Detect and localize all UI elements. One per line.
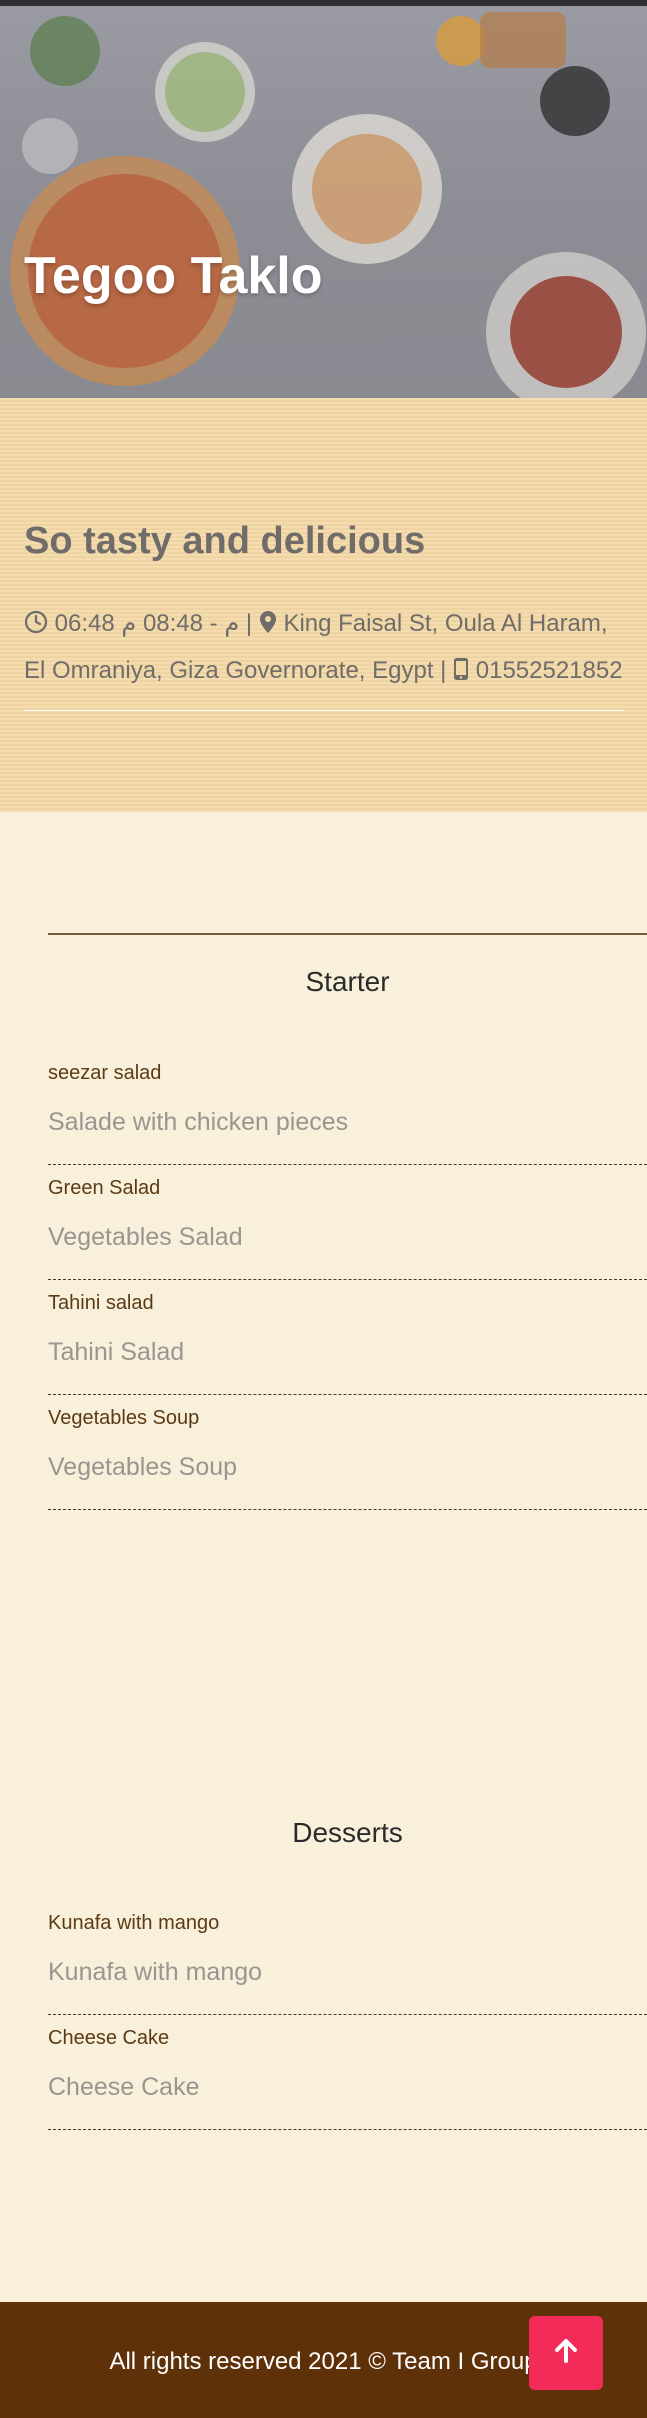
separator: | (440, 657, 447, 684)
menu-item-name: Tahini salad (48, 1292, 154, 1314)
restaurant-info: So tasty and delicious 06:48 م - 08:48 م… (0, 398, 647, 812)
menu-item[interactable]: seezar salad Salade with chicken pieces (48, 1050, 647, 1165)
menu-item[interactable]: Tahini salad Tahini Salad (48, 1280, 647, 1395)
menu-item[interactable]: Vegetables Soup Vegetables Soup (48, 1395, 647, 1510)
tagline: So tasty and delicious (24, 520, 426, 562)
opening-hours: 06:48 م - 08:48 م (54, 610, 240, 637)
separator: | (245, 610, 253, 637)
menu-item-description: Vegetables Soup (48, 1453, 238, 1481)
menu-item[interactable]: Green Salad Vegetables Salad (48, 1165, 647, 1280)
info-divider (24, 710, 624, 711)
restaurant-details: 06:48 م - 08:48 م | King Faisal St, Oula… (24, 602, 634, 696)
hero-banner: Tegoo Taklo (0, 6, 647, 398)
map-marker-icon (259, 605, 277, 649)
menu-item-name: Vegetables Soup (48, 1407, 200, 1429)
phone-number[interactable]: 01552521852 (476, 657, 623, 684)
menu-item-description: Kunafa with mango (48, 1958, 263, 1986)
menu-item-description: Cheese Cake (48, 2073, 200, 2101)
clock-icon (24, 605, 48, 649)
menu-item-description: Salade with chicken pieces (48, 1108, 349, 1136)
menu-item-name: seezar salad (48, 1062, 162, 1084)
menu-divider (48, 933, 647, 935)
address-line-1[interactable]: King Faisal St, Oula Al Haram, (283, 610, 607, 637)
section-title-desserts: Desserts (292, 1817, 403, 1848)
restaurant-name: Tegoo Taklo (24, 247, 323, 305)
menu-item-description: Vegetables Salad (48, 1223, 243, 1251)
address-line-2[interactable]: El Omraniya, Giza Governorate, Egypt (24, 657, 434, 684)
menu-item-description: Tahini Salad (48, 1338, 185, 1366)
menu-item[interactable]: Kunafa with mango Kunafa with mango (48, 1900, 647, 2015)
menu-item-name: Kunafa with mango (48, 1912, 220, 1934)
menu-item-name: Green Salad (48, 1177, 161, 1199)
mobile-phone-icon (453, 652, 469, 696)
scroll-to-top-button[interactable] (529, 2316, 603, 2390)
section-title-starter: Starter (305, 966, 390, 997)
menu-item[interactable]: Cheese Cake Cheese Cake (48, 2015, 647, 2130)
menu-item-name: Cheese Cake (48, 2027, 170, 2049)
arrow-up-icon (551, 2336, 581, 2371)
